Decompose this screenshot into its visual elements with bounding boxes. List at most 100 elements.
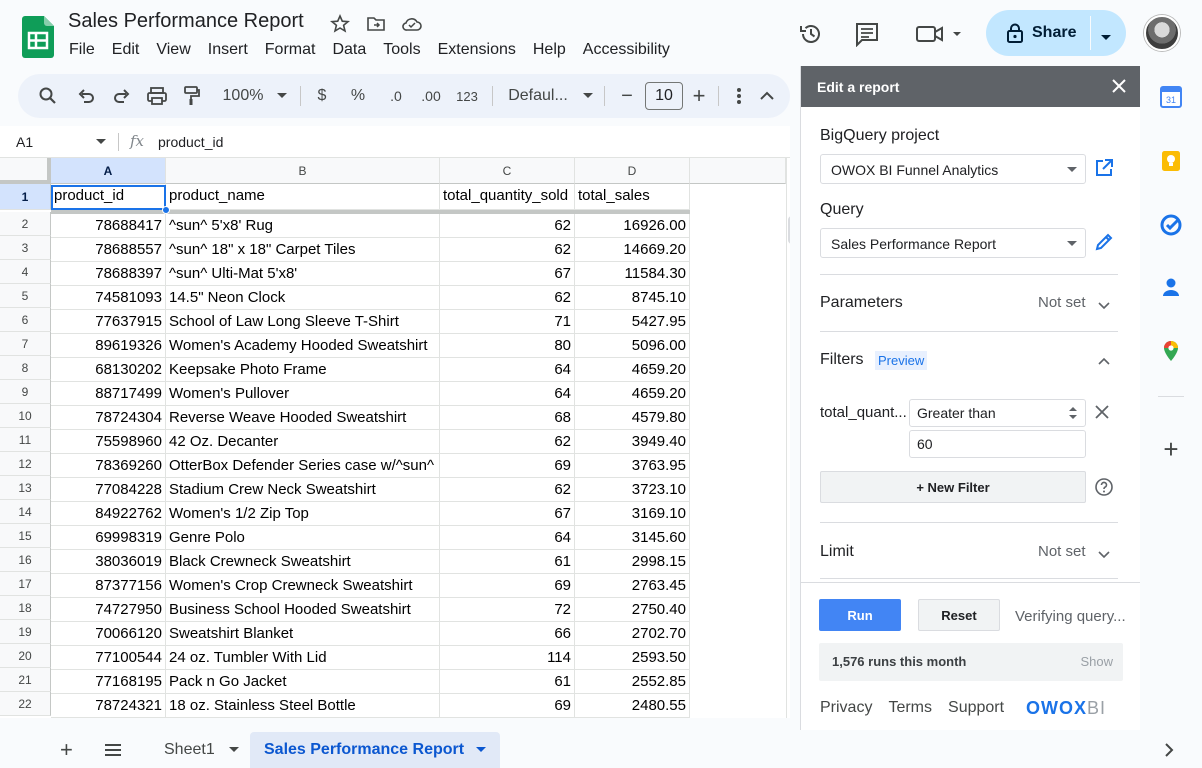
- table-cell[interactable]: 69: [440, 574, 575, 598]
- column-header-d[interactable]: D: [575, 158, 690, 184]
- table-cell[interactable]: 38036019: [51, 550, 166, 574]
- comments-icon[interactable]: [852, 12, 882, 56]
- table-cell[interactable]: 64: [440, 382, 575, 406]
- row-header[interactable]: 4: [0, 260, 51, 284]
- table-cell[interactable]: 3949.40: [575, 430, 690, 454]
- menu-extensions[interactable]: Extensions: [438, 41, 516, 59]
- table-cell[interactable]: 2593.50: [575, 646, 690, 670]
- sheet-tab-dropdown-icon[interactable]: [228, 747, 239, 753]
- table-cell[interactable]: 62: [440, 214, 575, 238]
- row-header[interactable]: 10: [0, 404, 51, 428]
- table-cell[interactable]: 78724321: [51, 694, 166, 718]
- table-cell[interactable]: 62: [440, 238, 575, 262]
- table-cell[interactable]: OtterBox Defender Series case w/^sun^: [166, 454, 440, 478]
- decrease-decimal-button[interactable]: .0: [384, 74, 408, 118]
- table-cell[interactable]: ^sun^ 5'x8' Rug: [166, 214, 440, 238]
- menu-accessibility[interactable]: Accessibility: [583, 41, 670, 59]
- table-cell[interactable]: 3763.95: [575, 454, 690, 478]
- table-cell[interactable]: Women's Crop Crewneck Sweatshirt: [166, 574, 440, 598]
- row-header[interactable]: 11: [0, 428, 51, 452]
- percent-format-button[interactable]: %: [350, 74, 366, 118]
- contacts-icon[interactable]: [1160, 276, 1182, 298]
- print-icon[interactable]: [145, 74, 169, 118]
- table-cell[interactable]: 3145.60: [575, 526, 690, 550]
- table-cell[interactable]: Black Crewneck Sweatshirt: [166, 550, 440, 574]
- table-cell[interactable]: 114: [440, 646, 575, 670]
- table-cell[interactable]: Genre Polo: [166, 526, 440, 550]
- parameters-chevron-down-icon[interactable]: [1098, 298, 1110, 310]
- table-cell[interactable]: 14.5" Neon Clock: [166, 286, 440, 310]
- row-header[interactable]: 20: [0, 644, 51, 668]
- table-cell[interactable]: School of Law Long Sleeve T-Shirt: [166, 310, 440, 334]
- bq-project-select[interactable]: OWOX BI Funnel Analytics: [820, 154, 1086, 184]
- formula-input[interactable]: product_id: [158, 134, 223, 150]
- menu-data[interactable]: Data: [332, 41, 366, 59]
- table-cell[interactable]: 77168195: [51, 670, 166, 694]
- table-cell[interactable]: 78688557: [51, 238, 166, 262]
- table-cell[interactable]: 68: [440, 406, 575, 430]
- table-cell[interactable]: 78724304: [51, 406, 166, 430]
- spreadsheet-grid[interactable]: A B C D 1 2 3 4 5 6 7 8 9 10 11 12 13 14 15 16 17 18 19 20 21 22 p…: [0, 158, 790, 718]
- table-cell[interactable]: 24 oz. Tumbler With Lid: [166, 646, 440, 670]
- row-header[interactable]: 6: [0, 308, 51, 332]
- table-cell[interactable]: 2480.55: [575, 694, 690, 718]
- table-cell[interactable]: 5427.95: [575, 310, 690, 334]
- row-header[interactable]: 2: [0, 212, 51, 236]
- table-cell[interactable]: 62: [440, 478, 575, 502]
- row-header[interactable]: 15: [0, 524, 51, 548]
- row-header[interactable]: 21: [0, 668, 51, 692]
- edit-pencil-icon[interactable]: [1094, 232, 1114, 257]
- row-header[interactable]: 12: [0, 452, 51, 476]
- avatar[interactable]: [1144, 15, 1180, 51]
- maps-icon[interactable]: [1160, 340, 1182, 362]
- table-cell[interactable]: 2552.85: [575, 670, 690, 694]
- more-vert-icon[interactable]: [730, 74, 748, 118]
- undo-icon[interactable]: [74, 74, 98, 118]
- new-filter-button[interactable]: + New Filter: [820, 471, 1086, 503]
- currency-format-button[interactable]: $: [314, 74, 330, 118]
- menu-view[interactable]: View: [156, 41, 190, 59]
- column-header-c[interactable]: C: [440, 158, 575, 184]
- chevron-up-icon[interactable]: [758, 74, 776, 118]
- table-cell[interactable]: 71: [440, 310, 575, 334]
- help-icon[interactable]: [1094, 477, 1114, 502]
- table-cell[interactable]: Business School Hooded Sweatshirt: [166, 598, 440, 622]
- table-cell[interactable]: 5096.00: [575, 334, 690, 358]
- table-cell[interactable]: 78369260: [51, 454, 166, 478]
- row-header[interactable]: 13: [0, 476, 51, 500]
- redo-icon[interactable]: [110, 74, 134, 118]
- column-header-a[interactable]: A: [51, 158, 166, 184]
- move-folder-icon[interactable]: [364, 12, 388, 36]
- privacy-link[interactable]: Privacy: [820, 699, 872, 717]
- terms-link[interactable]: Terms: [888, 699, 932, 717]
- header-cell[interactable]: total_quantity_sold: [440, 184, 575, 210]
- table-cell[interactable]: 74727950: [51, 598, 166, 622]
- add-sheet-button[interactable]: +: [60, 732, 73, 768]
- table-cell[interactable]: 84922762: [51, 502, 166, 526]
- parameters-value[interactable]: Not set: [1038, 294, 1086, 311]
- table-cell[interactable]: 69998319: [51, 526, 166, 550]
- row-header[interactable]: 14: [0, 500, 51, 524]
- table-cell[interactable]: ^sun^ Ulti-Mat 5'x8': [166, 262, 440, 286]
- table-cell[interactable]: 87377156: [51, 574, 166, 598]
- table-cell[interactable]: 61: [440, 670, 575, 694]
- table-cell[interactable]: Keepsake Photo Frame: [166, 358, 440, 382]
- table-cell[interactable]: 2998.15: [575, 550, 690, 574]
- table-cell[interactable]: 89619326: [51, 334, 166, 358]
- menu-file[interactable]: File: [69, 41, 95, 59]
- table-cell[interactable]: Pack n Go Jacket: [166, 670, 440, 694]
- calendar-icon[interactable]: 31: [1160, 86, 1182, 108]
- table-cell[interactable]: 77637915: [51, 310, 166, 334]
- name-box-dropdown-icon[interactable]: [96, 134, 106, 151]
- add-app-button[interactable]: +: [1160, 434, 1182, 464]
- table-cell[interactable]: Women's Pullover: [166, 382, 440, 406]
- increase-decimal-button[interactable]: .00: [418, 74, 444, 118]
- table-cell[interactable]: 70066120: [51, 622, 166, 646]
- row-header[interactable]: 3: [0, 236, 51, 260]
- table-cell[interactable]: 78688417: [51, 214, 166, 238]
- row-header[interactable]: 17: [0, 572, 51, 596]
- cloud-status-icon[interactable]: [400, 12, 424, 36]
- row-header[interactable]: 8: [0, 356, 51, 380]
- table-cell[interactable]: 88717499: [51, 382, 166, 406]
- increase-font-size-button[interactable]: +: [690, 74, 708, 118]
